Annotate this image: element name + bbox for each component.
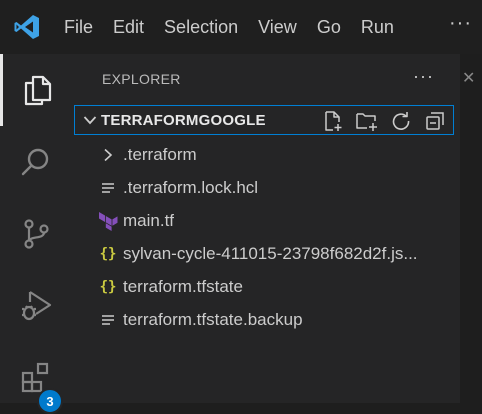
file-lines-icon [98,178,118,198]
terraform-icon [98,211,118,231]
tree-item-label: terraform.tfstate [123,276,243,296]
tree-item-lock-file[interactable]: .terraform.lock.hcl [72,171,460,204]
run-debug-icon [18,288,54,324]
refresh-icon[interactable] [389,109,413,133]
tree-item-tfstate[interactable]: {} terraform.tfstate [72,270,460,303]
explorer-title: EXPLORER [102,71,181,87]
extensions-badge: 3 [37,388,63,414]
source-control-icon [19,217,53,251]
search-button[interactable] [0,126,72,198]
extensions-button[interactable]: 3 [0,342,72,414]
folder-name: TERRAFORMGOOGLE [101,111,266,129]
collapse-all-icon[interactable] [423,109,447,133]
tree-item-terraform-folder[interactable]: .terraform [72,138,460,171]
explorer-more-button[interactable]: ··· [413,66,434,87]
close-icon[interactable]: ✕ [462,68,475,88]
menu-bar: File Edit Selection View Go Run [54,0,404,54]
menu-run[interactable]: Run [351,0,404,54]
explorer-sidebar: EXPLORER ··· TERRAFORMGOOGLE .terraform … [72,54,482,403]
chevron-right-icon [98,145,118,165]
tree-item-main-tf[interactable]: main.tf [72,204,460,237]
json-braces-icon: {} [99,245,117,262]
new-folder-icon[interactable] [355,109,379,133]
file-tree: .terraform .terraform.lock.hcl main.tf {… [72,138,460,336]
explorer-button[interactable] [0,54,72,126]
tree-item-label: .terraform.lock.hcl [123,177,259,197]
run-debug-button[interactable] [0,270,72,342]
menu-selection[interactable]: Selection [154,0,248,54]
file-lines-icon [98,310,118,330]
tree-item-label: terraform.tfstate.backup [123,309,303,329]
search-icon [19,145,53,179]
chevron-down-icon [79,115,101,125]
explorer-header: EXPLORER ··· [72,54,482,104]
tree-item-label: main.tf [123,210,175,230]
editor-area-edge: ✕ [460,54,482,403]
vscode-logo-icon [0,0,54,54]
files-icon [21,73,55,107]
title-bar: File Edit Selection View Go Run ··· [0,0,482,54]
folder-header[interactable]: TERRAFORMGOOGLE [74,105,454,135]
source-control-button[interactable] [0,198,72,270]
menu-file[interactable]: File [54,0,103,54]
more-menu-button[interactable]: ··· [449,12,472,35]
menu-view[interactable]: View [248,0,307,54]
tree-item-label: .terraform [123,144,197,164]
menu-edit[interactable]: Edit [103,0,154,54]
tree-item-tfstate-backup[interactable]: terraform.tfstate.backup [72,303,460,336]
tree-item-label: sylvan-cycle-411015-23798f682d2f.js... [123,243,418,263]
folder-actions [321,109,447,133]
activity-bar: 3 [0,54,72,414]
new-file-icon[interactable] [321,109,345,133]
menu-go[interactable]: Go [307,0,351,54]
tree-item-credentials-json[interactable]: {} sylvan-cycle-411015-23798f682d2f.js..… [72,237,460,270]
json-braces-icon: {} [99,278,117,295]
